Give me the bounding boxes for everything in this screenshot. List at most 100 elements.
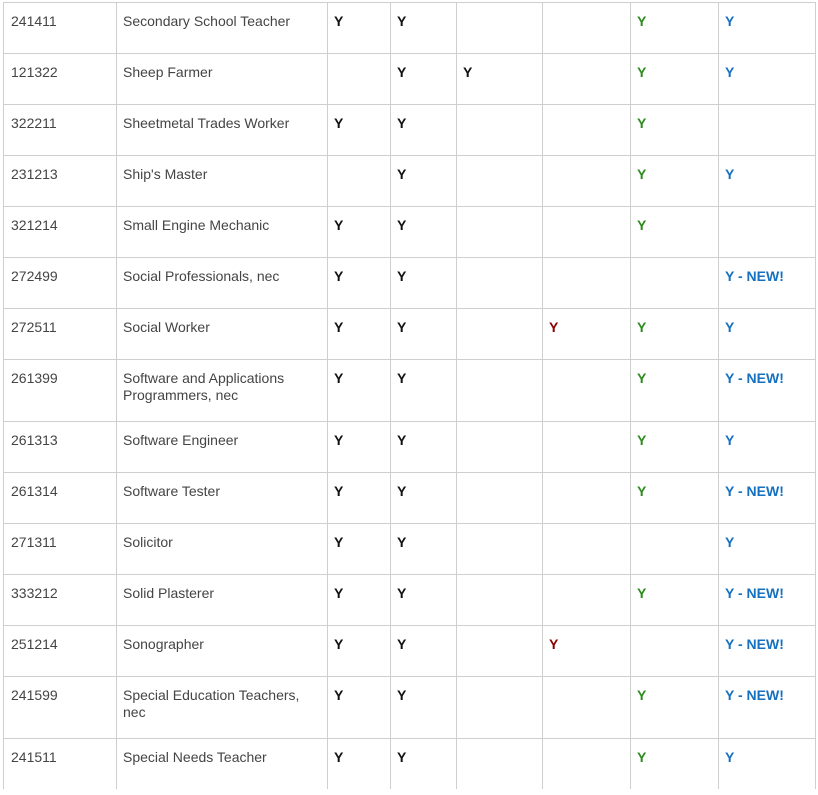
column-3-mark-cell: [456, 308, 543, 360]
column-2-mark-cell: Y: [390, 738, 457, 789]
occupation-name-cell: Sonographer: [116, 625, 328, 677]
column-6-mark-cell: Y - NEW!: [718, 257, 816, 309]
occupation-code-cell: 333212: [3, 574, 117, 626]
column-1-mark-cell: [327, 53, 391, 105]
table-body: 241411 Secondary School Teacher Y Y Y Y 121322…: [3, 2, 816, 789]
column-4-mark-cell: [542, 2, 631, 54]
occupation-name-cell: Software Tester: [116, 472, 328, 524]
column-1-mark-cell: Y: [327, 257, 391, 309]
column-3-mark-cell: [456, 472, 543, 524]
column-1-mark-cell: Y: [327, 676, 391, 739]
column-5-mark-cell: Y: [630, 359, 719, 422]
column-2-mark-cell: Y: [390, 359, 457, 422]
column-3-mark-cell: [456, 738, 543, 789]
column-4-mark-cell: [542, 523, 631, 575]
table-row: 272511 Social Worker Y Y Y Y Y: [3, 308, 816, 360]
column-2-mark-cell: Y: [390, 523, 457, 575]
occupation-code-cell: 261399: [3, 359, 117, 422]
column-2-mark-cell: Y: [390, 257, 457, 309]
occupation-name-cell: Solid Plasterer: [116, 574, 328, 626]
column-1-mark-cell: Y: [327, 308, 391, 360]
occupation-code-cell: 272511: [3, 308, 117, 360]
column-2-mark-cell: Y: [390, 104, 457, 156]
column-3-mark-cell: [456, 257, 543, 309]
column-5-mark-cell: [630, 257, 719, 309]
column-5-mark-cell: Y: [630, 53, 719, 105]
occupation-name-cell: Ship's Master: [116, 155, 328, 207]
occupation-code-cell: 121322: [3, 53, 117, 105]
column-3-mark-cell: [456, 2, 543, 54]
occupation-name-cell: Social Worker: [116, 308, 328, 360]
occupation-name-cell: Sheetmetal Trades Worker: [116, 104, 328, 156]
table-row: 251214 Sonographer Y Y Y Y - NEW!: [3, 625, 816, 677]
column-1-mark-cell: Y: [327, 2, 391, 54]
column-4-mark-cell: Y: [542, 308, 631, 360]
column-5-mark-cell: Y: [630, 472, 719, 524]
column-2-mark-cell: Y: [390, 421, 457, 473]
column-6-mark-cell: Y: [718, 738, 816, 789]
occupation-code-cell: 322211: [3, 104, 117, 156]
table-row: 241599 Special Education Teachers, nec Y Y Y…: [3, 676, 816, 739]
column-3-mark-cell: [456, 676, 543, 739]
table-row: 261313 Software Engineer Y Y Y Y: [3, 421, 816, 473]
column-4-mark-cell: [542, 676, 631, 739]
column-6-mark-cell: Y - NEW!: [718, 359, 816, 422]
occupation-name-cell: Special Needs Teacher: [116, 738, 328, 789]
column-5-mark-cell: Y: [630, 421, 719, 473]
column-5-mark-cell: Y: [630, 155, 719, 207]
column-4-mark-cell: [542, 472, 631, 524]
table-row: 272499 Social Professionals, nec Y Y Y - NEW…: [3, 257, 816, 309]
column-1-mark-cell: Y: [327, 574, 391, 626]
column-1-mark-cell: [327, 155, 391, 207]
column-2-mark-cell: Y: [390, 53, 457, 105]
column-3-mark-cell: Y: [456, 53, 543, 105]
occupation-name-cell: Special Education Teachers, nec: [116, 676, 328, 739]
column-6-mark-cell: Y: [718, 421, 816, 473]
column-4-mark-cell: [542, 421, 631, 473]
column-2-mark-cell: Y: [390, 155, 457, 207]
column-3-mark-cell: [456, 359, 543, 422]
table-row: 322211 Sheetmetal Trades Worker Y Y Y: [3, 104, 816, 156]
column-5-mark-cell: Y: [630, 2, 719, 54]
occupation-name-cell: Small Engine Mechanic: [116, 206, 328, 258]
column-4-mark-cell: [542, 206, 631, 258]
column-1-mark-cell: Y: [327, 625, 391, 677]
occupation-code-cell: 321214: [3, 206, 117, 258]
occupation-code-cell: 261313: [3, 421, 117, 473]
column-5-mark-cell: Y: [630, 676, 719, 739]
column-2-mark-cell: Y: [390, 2, 457, 54]
occupation-code-cell: 272499: [3, 257, 117, 309]
column-4-mark-cell: [542, 257, 631, 309]
column-3-mark-cell: [456, 104, 543, 156]
table-row: 241511 Special Needs Teacher Y Y Y Y: [3, 738, 816, 789]
column-6-mark-cell: Y: [718, 308, 816, 360]
column-2-mark-cell: Y: [390, 206, 457, 258]
column-2-mark-cell: Y: [390, 308, 457, 360]
column-6-mark-cell: [718, 104, 816, 156]
occupation-code-cell: 241599: [3, 676, 117, 739]
table-row: 333212 Solid Plasterer Y Y Y Y - NEW!: [3, 574, 816, 626]
column-2-mark-cell: Y: [390, 676, 457, 739]
column-4-mark-cell: [542, 359, 631, 422]
table-row: 261314 Software Tester Y Y Y Y - NEW!: [3, 472, 816, 524]
occupation-code-cell: 241411: [3, 2, 117, 54]
column-5-mark-cell: [630, 523, 719, 575]
column-2-mark-cell: Y: [390, 625, 457, 677]
column-4-mark-cell: Y: [542, 625, 631, 677]
column-4-mark-cell: [542, 104, 631, 156]
column-1-mark-cell: Y: [327, 206, 391, 258]
occupation-name-cell: Solicitor: [116, 523, 328, 575]
occupation-name-cell: Secondary School Teacher: [116, 2, 328, 54]
column-3-mark-cell: [456, 421, 543, 473]
column-1-mark-cell: Y: [327, 359, 391, 422]
column-6-mark-cell: Y: [718, 53, 816, 105]
column-6-mark-cell: Y - NEW!: [718, 574, 816, 626]
occupation-table-container: 241411 Secondary School Teacher Y Y Y Y 121322…: [0, 0, 818, 795]
occupation-name-cell: Sheep Farmer: [116, 53, 328, 105]
column-1-mark-cell: Y: [327, 523, 391, 575]
column-3-mark-cell: [456, 523, 543, 575]
column-6-mark-cell: Y - NEW!: [718, 676, 816, 739]
column-6-mark-cell: [718, 206, 816, 258]
column-4-mark-cell: [542, 53, 631, 105]
column-3-mark-cell: [456, 625, 543, 677]
